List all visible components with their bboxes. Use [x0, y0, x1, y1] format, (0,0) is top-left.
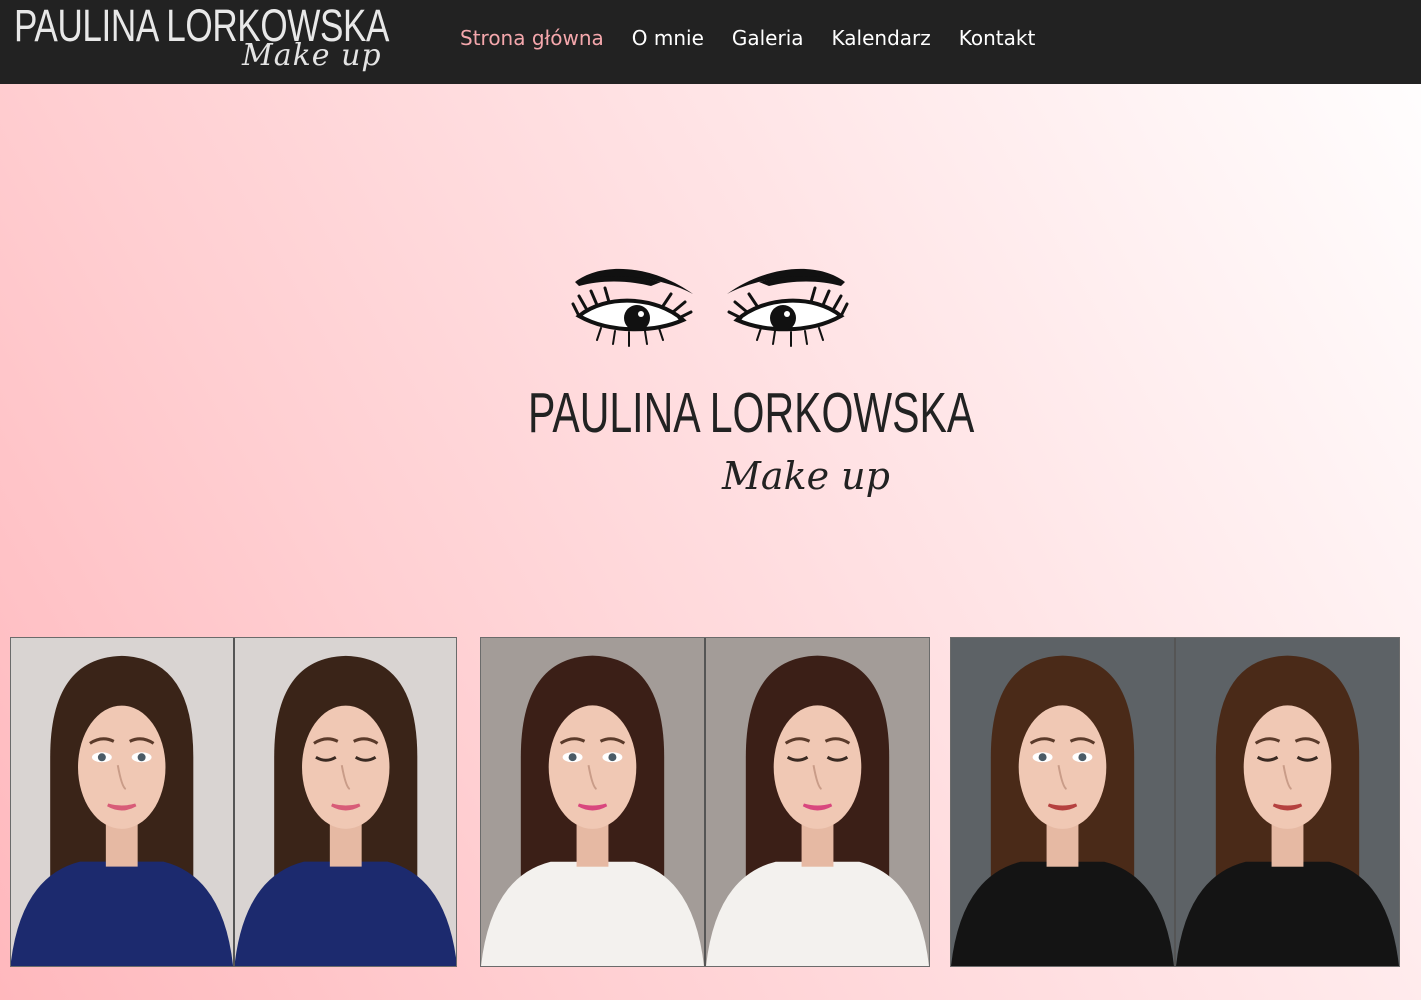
hero-title: PAULINA LORKOWSKA — [528, 381, 975, 445]
eyes-lashes-icon — [571, 268, 849, 347]
hero-tagline: Make up — [722, 454, 890, 498]
portrait-illustration — [11, 638, 233, 966]
top-navigation-bar: PAULINA LORKOWSKA Make up Strona główna … — [0, 0, 1421, 84]
makeup-photo-3[interactable] — [950, 637, 1400, 967]
main-menu: Strona główna O mnie Galeria Kalendarz K… — [446, 0, 1049, 76]
gallery-strip — [0, 637, 1421, 969]
portrait-illustration — [1176, 638, 1399, 966]
site-logo[interactable]: PAULINA LORKOWSKA Make up — [0, 0, 389, 84]
nav-item-about[interactable]: O mnie — [618, 26, 718, 50]
nav-item-contact[interactable]: Kontakt — [945, 26, 1050, 50]
portrait-illustration — [234, 638, 456, 966]
makeup-photo-2[interactable] — [480, 637, 930, 967]
portrait-illustration — [481, 638, 704, 966]
nav-item-calendar[interactable]: Kalendarz — [818, 26, 945, 50]
hero-section: PAULINA LORKOWSKA Make up — [0, 84, 1421, 624]
logo-tagline-text: Make up — [242, 38, 382, 73]
portrait-illustration — [706, 638, 929, 966]
portrait-illustration — [951, 638, 1174, 966]
nav-item-gallery[interactable]: Galeria — [718, 26, 818, 50]
makeup-photo-1[interactable] — [10, 637, 457, 967]
nav-item-home[interactable]: Strona główna — [446, 26, 618, 50]
